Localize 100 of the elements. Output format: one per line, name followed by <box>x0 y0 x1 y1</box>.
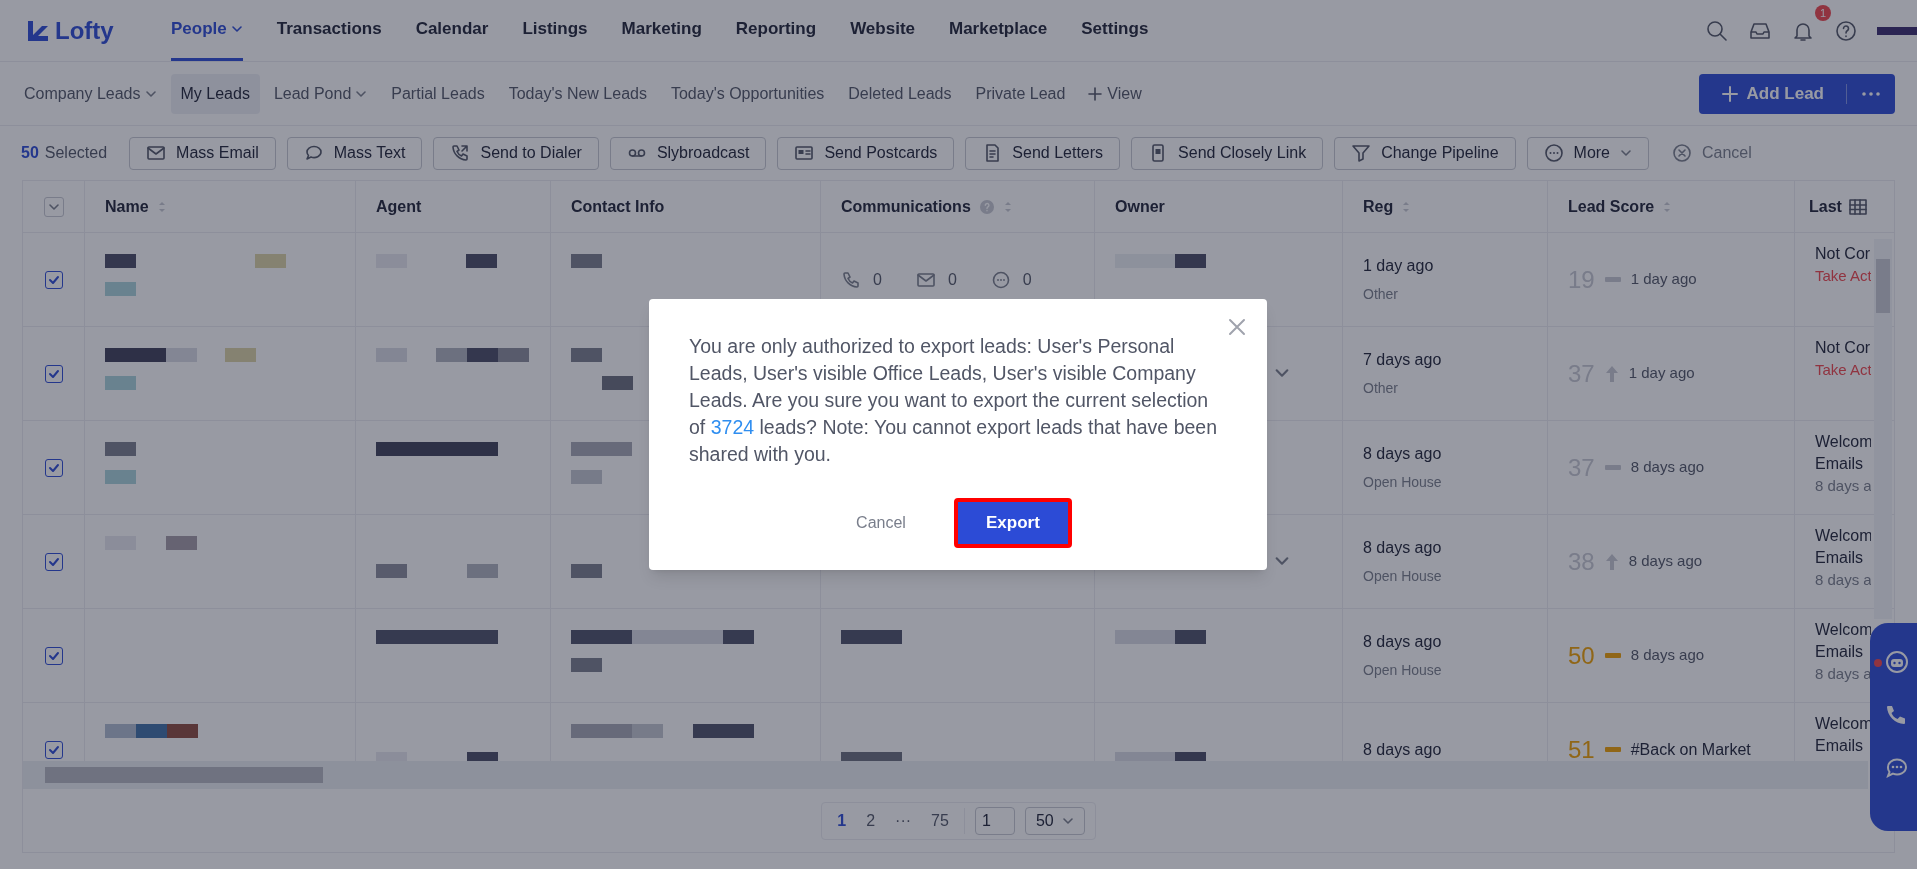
add-view-button[interactable]: View <box>1079 81 1150 106</box>
redacted-block <box>571 347 602 362</box>
action-button[interactable]: Send Closely Link <box>1131 136 1324 170</box>
redacted-block <box>105 375 136 390</box>
phone-icon <box>450 143 471 163</box>
action-button[interactable]: Change Pipeline <box>1334 136 1516 170</box>
reg-time: 8 days ago <box>1363 739 1443 760</box>
chatbot-icon[interactable] <box>1884 649 1910 675</box>
phone-icon[interactable] <box>1884 703 1908 727</box>
nav-tab[interactable]: People <box>171 0 243 61</box>
redacted-block <box>571 469 602 484</box>
redacted-block <box>693 723 754 738</box>
avatar[interactable] <box>1877 26 1917 35</box>
nav-tab[interactable]: Calendar <box>415 0 489 61</box>
nav-tab[interactable]: Marketplace <box>949 0 1048 61</box>
redacted-block <box>376 563 407 578</box>
view-tab[interactable]: Partial Leads <box>381 73 495 114</box>
column-settings-icon[interactable] <box>1848 197 1868 217</box>
page-button[interactable]: ··· <box>890 808 917 833</box>
row-checkbox[interactable] <box>44 740 63 759</box>
page-input[interactable]: 1 <box>974 806 1015 835</box>
view-tab[interactable]: Today's New Leads <box>498 73 657 114</box>
action-button[interactable]: Send Letters <box>965 136 1121 170</box>
column-header[interactable]: Lead Score <box>1568 194 1655 219</box>
redacted-block <box>225 347 256 362</box>
redacted-block <box>467 751 498 761</box>
check-icon <box>47 555 60 568</box>
plus-icon <box>1720 84 1739 103</box>
selected-count: 50 <box>21 143 39 163</box>
nav-tab[interactable]: Reporting <box>735 0 817 61</box>
vertical-scrollbar[interactable] <box>1874 239 1892 619</box>
action-button[interactable]: Slybroadcast <box>609 136 767 170</box>
help-icon <box>978 198 995 215</box>
last-activity: 8 days a <box>1815 570 1871 590</box>
view-tab[interactable]: Lead Pond <box>263 73 378 114</box>
view-tab[interactable]: My Leads <box>170 73 260 114</box>
last-activity: Not Cor <box>1815 244 1871 264</box>
page-size-select[interactable]: 50 <box>1024 806 1085 835</box>
redacted-block <box>571 563 602 578</box>
nav-tab[interactable]: Listings <box>522 0 588 61</box>
row-checkbox[interactable] <box>44 364 63 383</box>
lead-source: Open House <box>1363 473 1443 492</box>
search-icon[interactable] <box>1705 18 1729 43</box>
close-icon <box>1227 317 1247 337</box>
score-tag: #Back on Market <box>1630 737 1751 761</box>
nav-tab[interactable]: Marketing <box>621 0 702 61</box>
last-activity: Welcom <box>1815 526 1871 546</box>
view-tab[interactable]: Today's Opportunities <box>660 73 835 114</box>
horizontal-scrollbar[interactable] <box>23 761 1868 789</box>
action-button[interactable]: Mass Text <box>286 136 423 170</box>
nav-tab[interactable]: Transactions <box>276 0 382 61</box>
row-checkbox[interactable] <box>44 270 63 289</box>
row-checkbox[interactable] <box>44 458 63 477</box>
redacted-block <box>467 347 498 362</box>
export-button[interactable]: Export <box>953 498 1072 548</box>
check-icon <box>47 367 60 380</box>
last-activity: 8 days a <box>1815 476 1871 496</box>
column-header[interactable]: Communications <box>841 194 971 219</box>
reg-time: 7 days ago <box>1363 350 1443 370</box>
redacted-block <box>255 253 286 268</box>
dialog-message: You are only authorized to export leads: User's Personal Leads, User's visible Office Leads, User's visible Company Leads. Are you sure you want to export the current selection of 3724 leads? Note: You cannot export leads that have been shared with you. <box>689 334 1218 467</box>
redacted-block <box>841 751 902 761</box>
page-button[interactable]: 2 <box>861 808 881 833</box>
score-time: 1 day ago <box>1628 363 1695 384</box>
nav-tab[interactable]: Website <box>850 0 915 61</box>
page-button[interactable]: 75 <box>926 808 954 833</box>
column-header: Contact Info <box>571 196 665 217</box>
column-header[interactable]: Name <box>105 194 149 219</box>
selected-label: Selected <box>44 143 108 163</box>
more-icon <box>1543 143 1564 163</box>
action-button[interactable]: Mass Email <box>129 136 276 170</box>
score-time: 8 days ago <box>1628 551 1703 572</box>
score-time: 8 days ago <box>1630 645 1705 666</box>
redacted-block <box>105 253 136 268</box>
redacted-block <box>571 441 632 456</box>
score-time: 1 day ago <box>1630 269 1697 290</box>
phone-icon <box>841 269 861 290</box>
row-checkbox[interactable] <box>44 552 63 571</box>
nav-tab[interactable]: Settings <box>1081 0 1149 61</box>
redacted-block <box>466 253 497 268</box>
row-checkbox[interactable] <box>44 646 63 665</box>
last-activity: Welcom <box>1815 620 1871 640</box>
plus-icon <box>1087 85 1104 102</box>
lead-source: Open House <box>1363 661 1443 680</box>
reg-time: 1 day ago <box>1363 256 1435 276</box>
column-header[interactable]: Reg <box>1363 194 1394 219</box>
caret-icon <box>230 23 243 35</box>
cancel-button[interactable]: Cancel <box>844 503 918 543</box>
help-icon[interactable] <box>1834 18 1858 43</box>
select-all-checkbox[interactable] <box>43 196 64 217</box>
page-button[interactable]: 1 <box>832 808 852 833</box>
communication-count: 0 <box>873 269 882 290</box>
view-tab[interactable]: Private Lead <box>965 73 1076 114</box>
view-tab[interactable]: Deleted Leads <box>838 73 962 114</box>
action-button[interactable]: Send to Dialer <box>433 136 599 170</box>
view-tab[interactable]: Company Leads <box>14 73 167 114</box>
more-icon <box>1861 90 1881 97</box>
action-button[interactable]: More <box>1526 136 1649 170</box>
check-icon <box>47 461 60 474</box>
action-button[interactable]: Send Postcards <box>777 136 955 170</box>
